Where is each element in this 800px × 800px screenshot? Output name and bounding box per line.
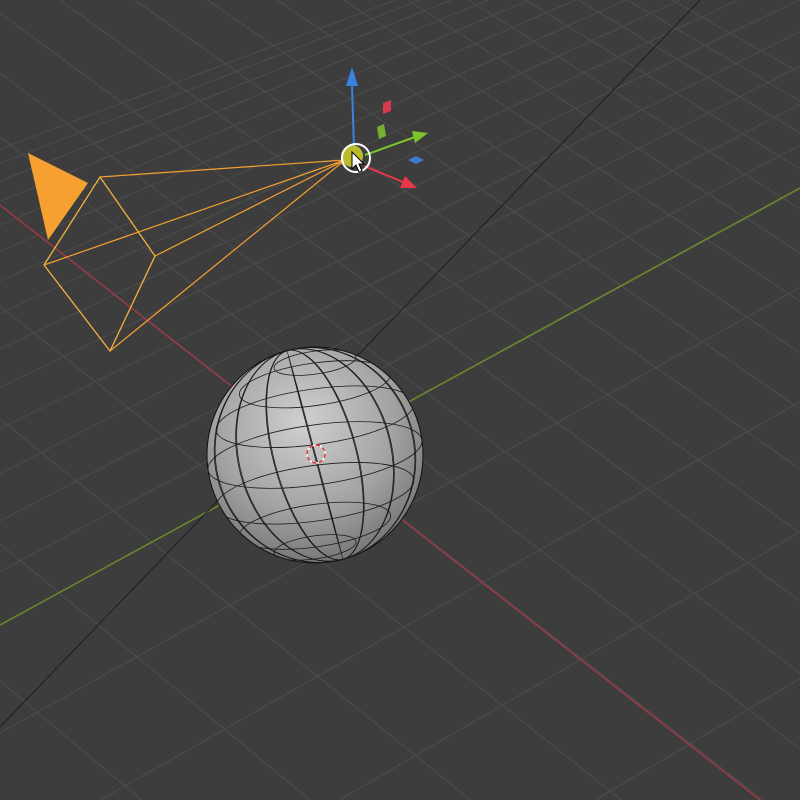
grid-line — [525, 0, 800, 169]
transform-gizmo[interactable] — [341, 67, 428, 188]
grid-line — [0, 544, 310, 800]
grid-line — [672, 0, 800, 73]
grid-line — [0, 0, 451, 181]
grid-line — [0, 31, 800, 429]
sphere-object[interactable] — [182, 323, 448, 588]
grid-line — [595, 679, 800, 800]
grid-line — [60, 0, 800, 533]
plane-yz-icon[interactable] — [383, 100, 391, 114]
grid-line — [578, 0, 800, 133]
grid-line — [0, 73, 800, 673]
grid-line — [277, 0, 800, 353]
move-x-arrow-icon[interactable] — [364, 166, 417, 188]
plane-xy-icon[interactable] — [408, 156, 424, 164]
grid-line — [0, 681, 142, 800]
camera-object[interactable] — [28, 153, 345, 351]
grid-line — [408, 0, 800, 253]
move-z-arrow-icon[interactable] — [346, 67, 358, 150]
camera-up-triangle-icon — [28, 153, 88, 240]
grid-line — [0, 0, 680, 314]
grid-line — [0, 0, 576, 252]
viewport-canvas[interactable] — [0, 0, 800, 800]
camera-frustum-lines — [44, 160, 345, 351]
grid-line — [0, 0, 738, 349]
grid-line — [0, 0, 420, 164]
grid-line — [0, 0, 395, 149]
grid-line — [627, 0, 800, 101]
grid-line — [344, 0, 800, 301]
3d-viewport[interactable] — [0, 0, 800, 800]
